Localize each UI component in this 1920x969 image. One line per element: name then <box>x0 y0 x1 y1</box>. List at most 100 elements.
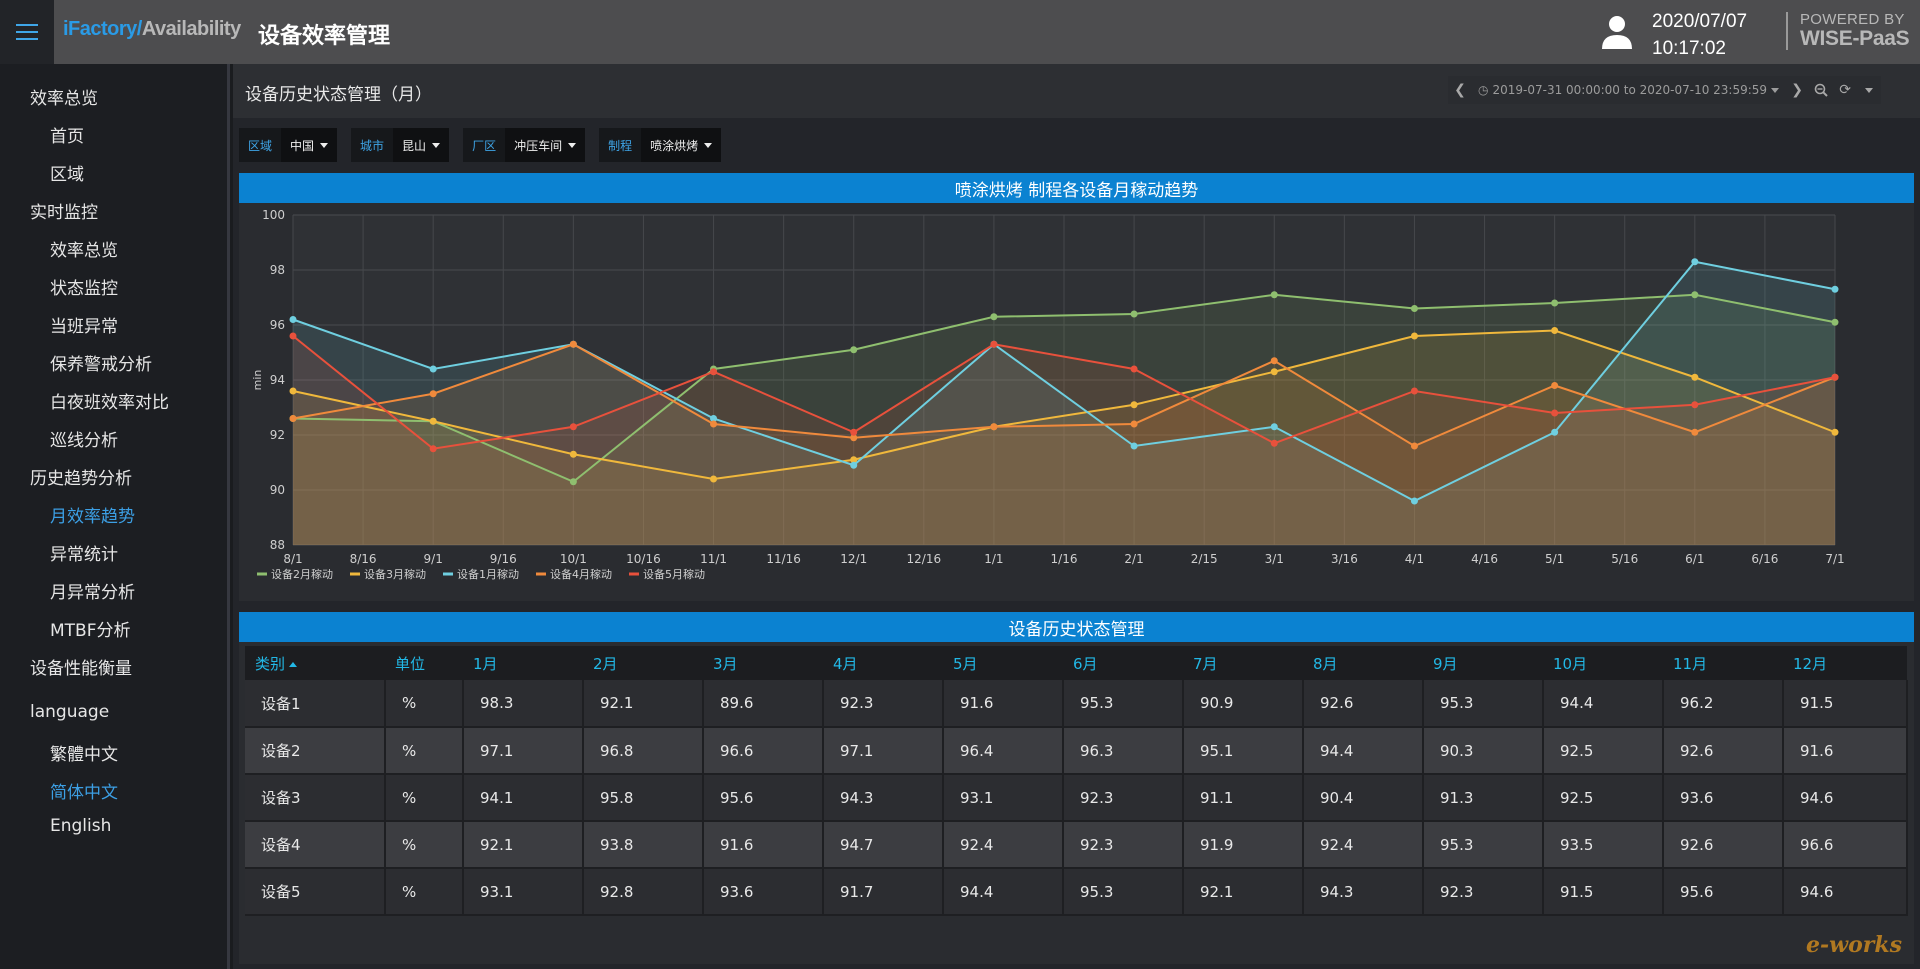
sidebar-item-maintenance-alert[interactable]: 保养警戒分析 <box>50 350 152 375</box>
language-traditional-chinese[interactable]: 繁體中文 <box>50 740 118 765</box>
x-tick-label: 2/15 <box>1191 552 1218 566</box>
sidebar-item-mtbf-analysis[interactable]: MTBF分析 <box>50 616 131 641</box>
table-cell: 92.1 <box>463 821 584 869</box>
y-axis-label: min <box>251 370 264 391</box>
x-tick-label: 1/1 <box>984 552 1003 566</box>
column-header[interactable]: 9月 <box>1423 646 1543 680</box>
column-header-label: 8月 <box>1313 654 1338 673</box>
filter-plant-select[interactable]: 冲压车间 <box>505 128 586 162</box>
data-point <box>1691 291 1699 299</box>
column-header[interactable]: 4月 <box>823 646 943 680</box>
sidebar-group-equipment-performance[interactable]: 设备性能衡量 <box>30 654 132 679</box>
table-cell: 92.3 <box>1063 774 1184 822</box>
user-avatar-icon[interactable] <box>1600 14 1634 50</box>
column-header[interactable]: 10月 <box>1543 646 1663 680</box>
data-point <box>569 423 577 431</box>
data-point <box>990 340 998 348</box>
column-header[interactable]: 12月 <box>1783 646 1907 680</box>
sidebar-group-realtime-monitor[interactable]: 实时监控 <box>30 198 98 223</box>
legend-label: 设备4月稼动 <box>550 567 612 581</box>
sidebar-item-shift-exception[interactable]: 当班异常 <box>50 312 118 337</box>
history-table: 类别 单位 1月 2月 3月 4月 5月 6月 7月 8月 9月 10月 11月 12月 设备1% 98.3… <box>245 646 1908 916</box>
refresh-interval-dropdown-icon[interactable] <box>1857 76 1881 104</box>
filter-city-select[interactable]: 昆山 <box>393 128 450 162</box>
table-cell: 92.6 <box>1303 680 1424 728</box>
language-simplified-chinese[interactable]: 简体中文 <box>50 778 118 803</box>
table-title: 设备历史状态管理 <box>239 612 1914 642</box>
column-header-category[interactable]: 类别 <box>245 646 385 680</box>
sidebar-item-exception-stats[interactable]: 异常统计 <box>50 540 118 565</box>
trend-chart: 88 90 92 94 96 98 100 8/1 8/16 9/1 9/16 10/1 10/16 11… <box>251 208 1845 581</box>
legend-label: 设备5月稼动 <box>643 567 705 581</box>
x-tick-label: 8/16 <box>350 552 377 566</box>
column-header[interactable]: 1月 <box>463 646 583 680</box>
sidebar-item-patrol-analysis[interactable]: 巡线分析 <box>50 426 118 451</box>
column-header[interactable]: 2月 <box>583 646 703 680</box>
data-point <box>1270 291 1278 299</box>
table-cell: 94.3 <box>1303 868 1424 916</box>
column-header-label: 9月 <box>1433 654 1458 673</box>
data-point <box>710 368 718 376</box>
logo-text-part1: iFactory/ <box>63 18 142 40</box>
sidebar-group-efficiency-overview[interactable]: 效率总览 <box>30 84 98 109</box>
column-header[interactable]: 3月 <box>703 646 823 680</box>
page-title: 设备历史状态管理（月） <box>245 85 432 105</box>
column-header[interactable]: 11月 <box>1663 646 1783 680</box>
sidebar-item-home[interactable]: 首页 <box>50 122 84 147</box>
data-point <box>429 445 437 453</box>
data-point <box>429 390 437 398</box>
data-point <box>1410 305 1418 312</box>
sidebar-item-region[interactable]: 区域 <box>50 160 84 185</box>
column-header[interactable]: 7月 <box>1183 646 1303 680</box>
filter-region: 区域 中国 <box>239 128 338 162</box>
column-header-label: 1月 <box>473 654 498 673</box>
data-point <box>1831 373 1839 381</box>
filter-process-select[interactable]: 喷涂烘烤 <box>641 128 722 162</box>
column-header[interactable]: 5月 <box>943 646 1063 680</box>
table-cell: 93.6 <box>1663 774 1784 822</box>
time-forward-icon[interactable]: ❯ <box>1785 76 1809 104</box>
sidebar-group-history-trend[interactable]: 历史趋势分析 <box>30 464 132 489</box>
x-tick-label: 9/16 <box>490 552 517 566</box>
history-table-panel: 设备历史状态管理 类别 单位 1月 2月 3月 4月 5月 6月 7月 8月 9月 10月 11月 12月… <box>239 612 1914 964</box>
table-cell: 设备5 <box>245 868 386 916</box>
data-point <box>569 478 577 486</box>
app-logo: iFactory/Availability <box>63 18 241 41</box>
sidebar-group-language[interactable]: language <box>30 702 109 722</box>
sidebar-item-monthly-efficiency-trend[interactable]: 月效率趋势 <box>50 502 135 527</box>
table-cell: 91.9 <box>1183 821 1304 869</box>
hamburger-menu-icon[interactable] <box>0 0 54 64</box>
time-back-icon[interactable]: ❮ <box>1448 76 1472 104</box>
time-range-dropdown[interactable]: ◷ 2019-07-31 00:00:00 to 2020-07-10 23:5… <box>1472 83 1785 97</box>
data-point <box>1831 428 1839 436</box>
column-header[interactable]: 单位 <box>385 646 463 680</box>
data-point <box>1270 368 1278 376</box>
data-point <box>850 461 858 469</box>
table-cell: 94.3 <box>823 774 944 822</box>
table-cell: 设备1 <box>245 680 386 728</box>
data-point <box>1691 401 1699 409</box>
data-point <box>429 365 437 373</box>
data-point <box>1551 428 1559 436</box>
data-point <box>1551 299 1559 307</box>
filter-plant: 厂区 冲压车间 <box>463 128 586 162</box>
zoom-out-icon[interactable] <box>1809 76 1833 104</box>
sidebar-item-efficiency-overview[interactable]: 效率总览 <box>50 236 118 261</box>
data-point <box>1270 439 1278 447</box>
x-tick-label: 12/16 <box>907 552 942 566</box>
x-tick-label: 11/1 <box>700 552 727 566</box>
column-header[interactable]: 8月 <box>1303 646 1423 680</box>
table-cell: 设备3 <box>245 774 386 822</box>
sidebar-item-day-night-compare[interactable]: 白夜班效率对比 <box>50 388 169 413</box>
language-english[interactable]: English <box>50 816 111 836</box>
sidebar-item-monthly-exception-analysis[interactable]: 月异常分析 <box>50 578 135 603</box>
refresh-icon[interactable]: ⟳ <box>1833 76 1857 104</box>
data-point <box>1130 401 1138 409</box>
data-point <box>1831 285 1839 293</box>
table-cell: 94.1 <box>463 774 584 822</box>
table-cell: 97.1 <box>823 727 944 775</box>
filter-region-select[interactable]: 中国 <box>281 128 338 162</box>
table-cell: 90.4 <box>1303 774 1424 822</box>
sidebar-item-status-monitor[interactable]: 状态监控 <box>50 274 118 299</box>
column-header[interactable]: 6月 <box>1063 646 1183 680</box>
